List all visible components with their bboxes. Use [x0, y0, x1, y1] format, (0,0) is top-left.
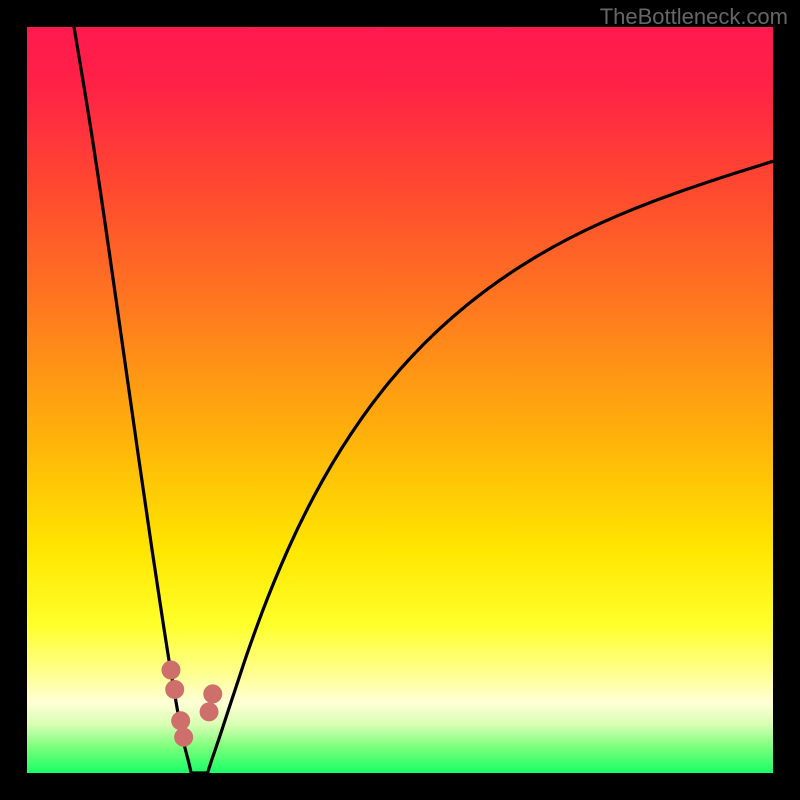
chart-frame: TheBottleneck.com — [0, 0, 800, 800]
data-marker — [203, 684, 222, 703]
chart-svg — [27, 27, 773, 773]
plot-area — [27, 27, 773, 773]
data-marker — [165, 680, 184, 699]
data-marker — [200, 702, 219, 721]
data-marker — [161, 661, 180, 680]
data-marker — [174, 728, 193, 747]
data-marker — [171, 711, 190, 730]
watermark-text: TheBottleneck.com — [600, 4, 788, 30]
gradient-background — [27, 27, 773, 773]
